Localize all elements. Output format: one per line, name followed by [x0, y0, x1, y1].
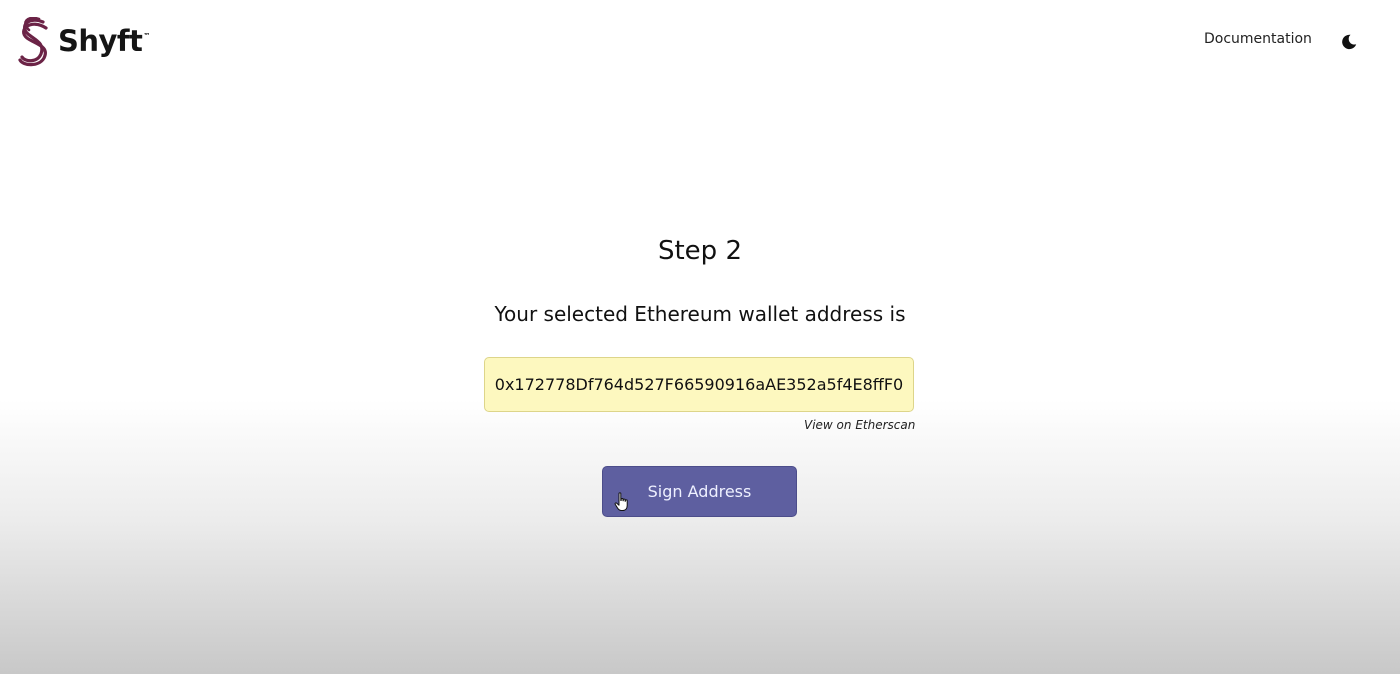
top-header: Shyft™ Documentation — [0, 0, 1400, 84]
theme-toggle-button[interactable] — [1338, 31, 1360, 53]
logo-text: Shyft™ — [58, 24, 150, 58]
sign-address-button[interactable]: Sign Address — [602, 466, 797, 517]
view-on-etherscan-link[interactable]: View on Etherscan — [804, 418, 915, 432]
wallet-address-display: 0x172778Df764d527F66590916aAE352a5f4E8ff… — [484, 357, 914, 412]
moon-icon — [1342, 34, 1357, 50]
logo-trademark: ™ — [143, 32, 150, 40]
shyft-s-logo-icon — [18, 17, 48, 67]
step-title: Step 2 — [657, 236, 742, 266]
shyft-logo[interactable]: Shyft™ — [17, 16, 150, 68]
address-subtitle: Your selected Ethereum wallet address is — [494, 302, 906, 326]
documentation-link[interactable]: Documentation — [1204, 31, 1312, 47]
